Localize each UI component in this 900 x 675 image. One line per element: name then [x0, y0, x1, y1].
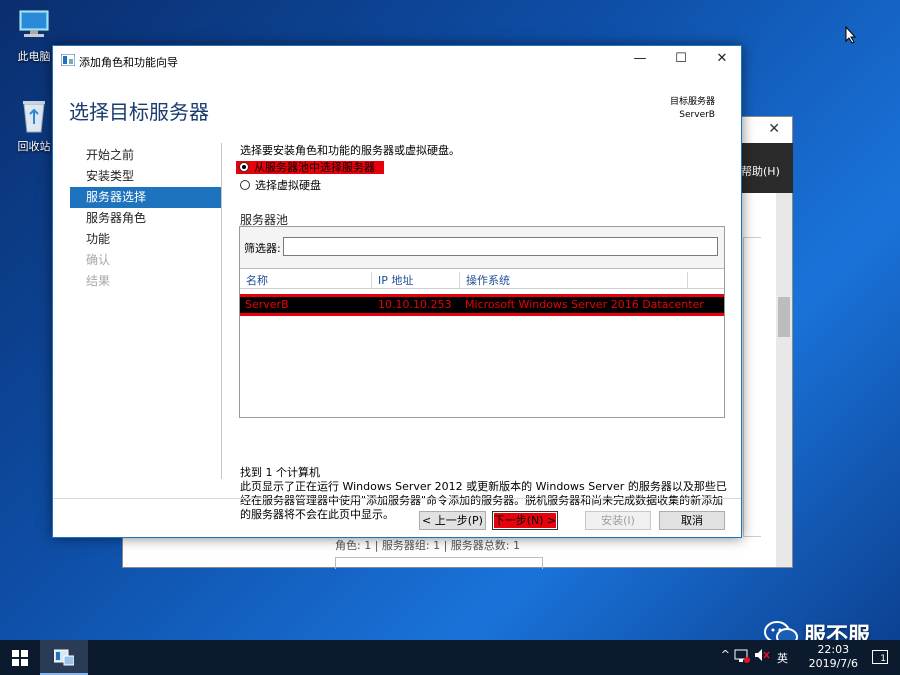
cell-name: ServerB: [245, 298, 289, 311]
filter-input[interactable]: [283, 237, 718, 256]
cell-ip: 10.10.10.253: [378, 298, 452, 311]
panel-frame: [743, 237, 761, 537]
server-pool-panel: 筛选器: 名称 IP 地址 操作系统 ServerB 10.10.10.253 …: [239, 226, 725, 418]
taskbar-app-server-manager[interactable]: [40, 640, 88, 675]
close-icon[interactable]: ✕: [768, 121, 780, 137]
cell-os: Microsoft Windows Server 2016 Datacenter: [465, 298, 704, 311]
destination-label: 目标服务器: [669, 97, 715, 107]
vertical-scrollbar[interactable]: [776, 193, 792, 567]
radio-highlight: 从服务器池中选择服务器: [236, 161, 384, 174]
clock-time: 22:03: [817, 643, 850, 656]
instruction-text: 选择要安装角色和功能的服务器或虚拟硬盘。: [240, 144, 460, 157]
cancel-button[interactable]: 取消: [659, 511, 725, 530]
network-icon[interactable]: [734, 649, 750, 666]
status-summary: 角色: 1 | 服务器组: 1 | 服务器总数: 1: [335, 539, 521, 552]
add-roles-wizard: 添加角色和功能向导 — ☐ ✕ 选择目标服务器 目标服务器 ServerB 开始…: [52, 45, 742, 538]
mouse-cursor-icon: [845, 25, 857, 47]
install-button: 安装(I): [585, 511, 651, 530]
menu-help[interactable]: 帮助(H): [737, 143, 793, 193]
filter-label: 筛选器:: [244, 242, 281, 255]
radio-checked-icon[interactable]: [239, 162, 249, 172]
nav-item-server-roles[interactable]: 服务器角色: [70, 208, 222, 229]
radio-server-pool-label: 从服务器池中选择服务器: [254, 161, 375, 174]
computer-icon: [14, 8, 54, 44]
clock-date: 2019/7/6: [808, 657, 858, 670]
radio-virtual-disk[interactable]: 选择虚拟硬盘: [240, 178, 321, 194]
column-header-name[interactable]: 名称: [240, 272, 372, 288]
previous-button[interactable]: < 上一步(P): [419, 511, 486, 530]
panel-frame: [335, 557, 543, 569]
notification-center-icon[interactable]: 1: [872, 650, 888, 664]
close-icon[interactable]: ✕: [707, 51, 737, 66]
footer-divider: [53, 498, 741, 499]
table-row[interactable]: ServerB 10.10.10.253 Microsoft Windows S…: [240, 294, 724, 316]
wizard-app-icon: [60, 53, 76, 67]
server-table: 名称 IP 地址 操作系统 ServerB 10.10.10.253 Micro…: [240, 268, 724, 417]
nav-item-before-you-begin[interactable]: 开始之前: [70, 145, 222, 166]
destination-value: ServerB: [679, 110, 715, 120]
nav-item-server-selection[interactable]: 服务器选择: [70, 187, 222, 208]
notification-count: 1: [880, 654, 886, 664]
wizard-titlebar: 添加角色和功能向导 — ☐ ✕: [53, 46, 741, 76]
radio-virtual-disk-label: 选择虚拟硬盘: [255, 179, 321, 192]
desktop-icon-label: 回收站: [17, 140, 51, 153]
clock[interactable]: 22:03 2019/7/6: [809, 643, 858, 671]
chevron-up-icon[interactable]: ^: [721, 648, 730, 661]
volume-muted-icon[interactable]: [754, 648, 770, 665]
table-header: 名称 IP 地址 操作系统: [240, 269, 724, 289]
desktop-icon-label: 此电脑: [17, 50, 51, 63]
taskbar: ^ 英 22:03 2019/7/6 1: [0, 640, 900, 675]
radio-unchecked-icon[interactable]: [240, 180, 250, 190]
column-header-ip[interactable]: IP 地址: [372, 272, 460, 288]
radio-server-pool[interactable]: 从服务器池中选择服务器: [236, 160, 384, 176]
column-header-os[interactable]: 操作系统: [460, 272, 688, 288]
windows-start-icon[interactable]: [12, 650, 28, 666]
ime-indicator[interactable]: 英: [777, 650, 788, 666]
page-title: 选择目标服务器: [69, 100, 209, 124]
nav-item-confirmation: 确认: [86, 253, 111, 267]
maximize-icon[interactable]: ☐: [666, 51, 696, 66]
found-count: 找到 1 个计算机: [240, 466, 320, 479]
recycle-bin-icon: [14, 98, 54, 134]
scrollbar-thumb[interactable]: [778, 297, 790, 337]
nav-item-installation-type[interactable]: 安装类型: [70, 166, 222, 187]
destination-server: 目标服务器 ServerB: [670, 96, 715, 122]
nav-item-results: 结果: [86, 274, 111, 288]
server-manager-icon: [54, 649, 74, 666]
nav-item-features[interactable]: 功能: [70, 229, 222, 250]
window-title: 添加角色和功能向导: [79, 56, 178, 69]
minimize-icon[interactable]: —: [625, 51, 655, 66]
next-button[interactable]: 下一步(N) >: [492, 511, 558, 530]
wizard-nav: 开始之前 安装类型 服务器选择 服务器角色 功能 确认 结果: [70, 145, 222, 292]
nav-divider: [221, 143, 222, 479]
